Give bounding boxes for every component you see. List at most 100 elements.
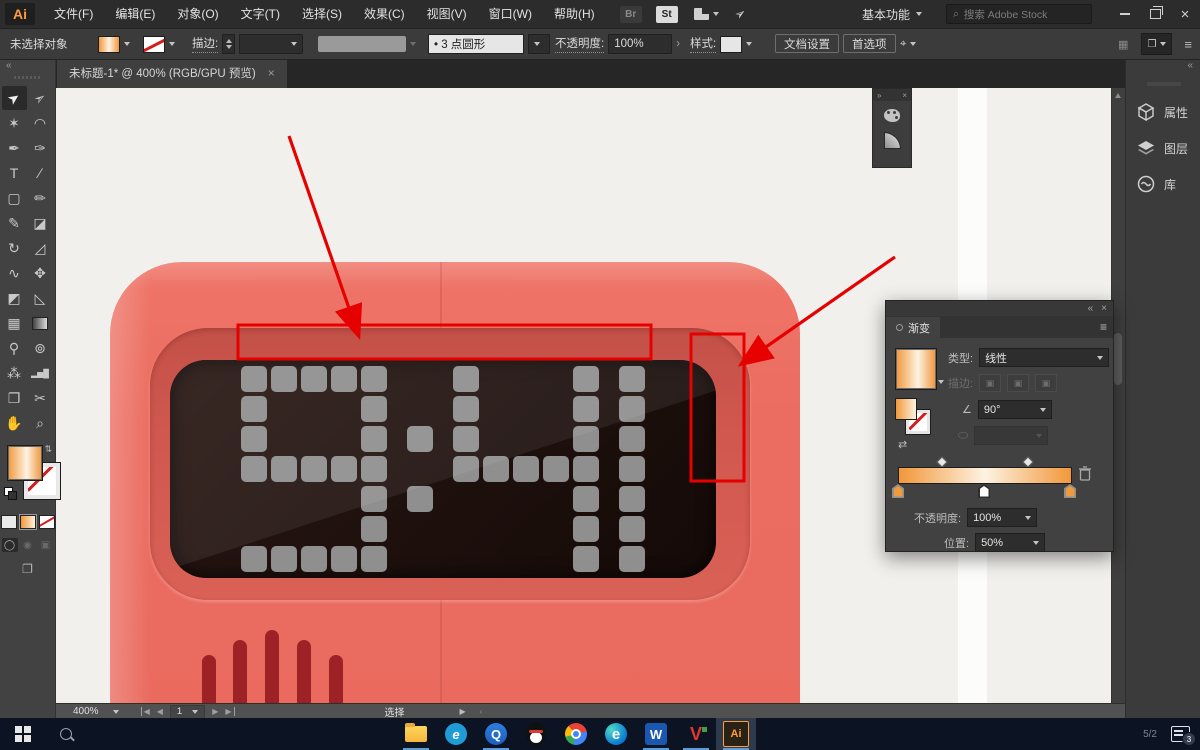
stroke-weight-stepper[interactable] [222, 34, 235, 54]
draw-behind-button[interactable]: ◉ [20, 538, 36, 552]
shaper-tool[interactable]: ✎ [2, 211, 27, 235]
menu-item-7[interactable]: 窗口(W) [478, 0, 543, 28]
gradient-fill-proxy[interactable] [895, 398, 917, 420]
taskbar-app-qq[interactable] [516, 718, 556, 750]
action-center-icon[interactable]: 3 [1171, 726, 1190, 742]
menu-item-1[interactable]: 编辑(E) [104, 0, 166, 28]
bridge-icon[interactable]: Br [620, 6, 642, 23]
gradient-panel-icon[interactable] [884, 132, 901, 149]
magic-wand-tool[interactable]: ✶ [2, 111, 27, 135]
taskbar-app-qq-browser[interactable]: Q [476, 718, 516, 750]
reverse-gradient-icon[interactable]: ⇄ [898, 438, 907, 451]
taskbar-app-word[interactable]: W [636, 718, 676, 750]
restore-button[interactable] [1140, 0, 1170, 28]
sidebar-item-layers[interactable]: 图层 [1126, 130, 1200, 166]
taskbar-app-wps[interactable]: V [676, 718, 716, 750]
default-fill-stroke-icon[interactable] [4, 487, 16, 499]
slice-tool[interactable]: ✂ [28, 386, 53, 410]
gradient-stop-0[interactable] [892, 484, 904, 498]
scroll-up-arrow[interactable] [1115, 93, 1121, 98]
gradient-stop-100[interactable] [1064, 484, 1076, 498]
expand-dock-icon[interactable]: « [1187, 60, 1193, 71]
arrange-documents-icon[interactable] [694, 8, 719, 20]
symbol-sprayer-tool[interactable]: ⁂ [2, 361, 27, 385]
mesh-tool[interactable]: ▦ [2, 311, 27, 335]
zoom-tool[interactable]: ⌕ [28, 411, 53, 435]
menu-item-5[interactable]: 效果(C) [353, 0, 416, 28]
perspective-grid-tool[interactable]: ◺ [28, 286, 53, 310]
blend-tool[interactable]: ⊚ [28, 336, 53, 360]
document-arrange-icon[interactable]: ❐ [1141, 33, 1172, 55]
shape-builder-tool[interactable]: ◩ [2, 286, 27, 310]
stock-icon[interactable]: St [656, 6, 678, 23]
fill-swatch[interactable] [98, 36, 120, 53]
fill-proxy-swatch[interactable] [7, 445, 43, 481]
fill-color-control[interactable] [98, 29, 130, 59]
start-button[interactable] [0, 718, 46, 750]
lasso-tool[interactable]: ◠ [28, 111, 53, 135]
sidebar-item-properties[interactable]: 属性 [1126, 94, 1200, 130]
gpu-performance-icon[interactable]: ➢ [731, 4, 749, 23]
taskbar-app-ie[interactable]: e [436, 718, 476, 750]
opacity-label[interactable]: 不透明度: [555, 35, 604, 53]
hand-tool[interactable]: ✋ [2, 411, 27, 435]
type-tool[interactable]: T [2, 161, 27, 185]
gradient-slider[interactable] [898, 458, 1070, 498]
none-mode-button[interactable] [39, 515, 55, 529]
minimize-button[interactable] [1110, 0, 1140, 28]
taskbar-app-illustrator[interactable]: Ai [716, 718, 756, 750]
angle-dropdown[interactable]: 90° [978, 400, 1052, 419]
rotate-tool[interactable]: ↻ [2, 236, 27, 260]
draw-normal-button[interactable]: ◯ [2, 538, 18, 552]
gradient-midpoint[interactable] [936, 456, 947, 467]
screen-mode-button[interactable]: ❐ [0, 562, 55, 576]
style-swatch[interactable] [720, 36, 742, 53]
curvature-tool[interactable]: ✑ [28, 136, 53, 160]
gradient-preview-swatch[interactable] [895, 348, 937, 390]
direct-selection-tool[interactable]: ➣ [28, 86, 53, 110]
artboard-tool[interactable]: ❐ [2, 386, 27, 410]
close-icon[interactable]: × [1101, 303, 1107, 314]
menu-item-3[interactable]: 文字(T) [230, 0, 291, 28]
document-setup-button[interactable]: 文档设置 [775, 34, 839, 53]
opacity-value[interactable]: 100% [608, 34, 672, 54]
preferences-button[interactable]: 首选项 [843, 34, 896, 53]
stop-opacity-dropdown[interactable]: 100% [967, 508, 1037, 527]
line-segment-tool[interactable]: ∕ [28, 161, 53, 185]
collapse-toolbar-icon[interactable]: « [6, 60, 12, 71]
taskbar-app-chrome[interactable] [556, 718, 596, 750]
menu-item-6[interactable]: 视图(V) [416, 0, 478, 28]
eyedropper-tool[interactable]: ⚲ [2, 336, 27, 360]
opacity-expand-icon[interactable]: › [676, 38, 680, 50]
menu-item-8[interactable]: 帮助(H) [543, 0, 606, 28]
artboard-number-dropdown[interactable]: 1 [170, 705, 205, 719]
gradient-tool[interactable] [28, 311, 53, 335]
menu-item-0[interactable]: 文件(F) [43, 0, 104, 28]
column-graph-tool[interactable]: ▂▅█ [28, 361, 53, 385]
horizontal-scroll-arrows[interactable]: ▶‹ [460, 707, 483, 716]
search-input[interactable]: ⌕ 搜索 Adobe Stock [946, 4, 1092, 24]
brush-dropdown[interactable] [528, 34, 550, 54]
brush-value[interactable]: • 3 点圆形 [428, 34, 524, 54]
type-dropdown[interactable]: 线性 [979, 348, 1109, 367]
document-tab[interactable]: 未标题-1* @ 400% (RGB/GPU 预览) × [57, 58, 287, 88]
touch-workspace-icon[interactable]: ▦ [1118, 38, 1129, 51]
close-button[interactable]: × [1170, 0, 1200, 28]
brush-definition[interactable]: • 3 点圆形 [428, 29, 550, 59]
panel-menu-icon[interactable]: ≡ [1100, 320, 1107, 334]
paintbrush-tool[interactable]: ✏ [28, 186, 53, 210]
toolbar-grip[interactable] [14, 76, 40, 79]
variable-width-profile[interactable] [318, 29, 416, 59]
first-artboard-icon[interactable]: ◀ [141, 707, 150, 716]
next-artboard-icon[interactable]: ▶ [212, 707, 218, 716]
gradient-midpoint[interactable] [1022, 456, 1033, 467]
menu-item-2[interactable]: 对象(O) [166, 0, 229, 28]
tab-gradient[interactable]: 渐变 [886, 317, 940, 338]
color-mode-button[interactable] [1, 515, 17, 529]
menu-item-4[interactable]: 选择(S) [291, 0, 353, 28]
color-panel-icon[interactable] [884, 109, 900, 122]
eraser-tool[interactable]: ◪ [28, 211, 53, 235]
taskbar-app-edge[interactable]: e [596, 718, 636, 750]
draw-inside-button[interactable]: ▣ [38, 538, 54, 552]
taskbar-search-button[interactable] [46, 718, 86, 750]
